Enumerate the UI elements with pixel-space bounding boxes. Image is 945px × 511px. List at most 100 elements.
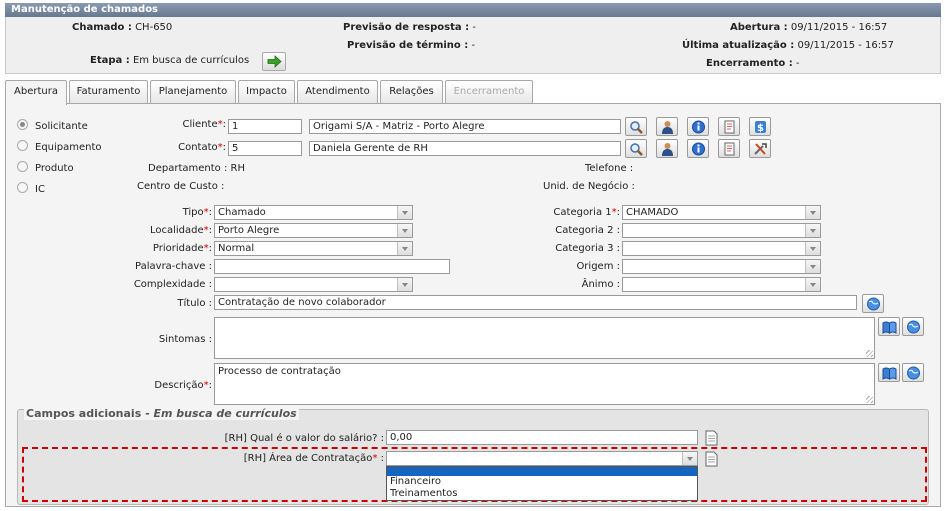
palavra-chave-input[interactable] (214, 259, 450, 274)
tab-planejamento[interactable]: Planejamento (150, 80, 236, 104)
salario-label: [RH] Qual é o valor do salário? : (224, 433, 384, 444)
sintomas-textarea[interactable] (214, 317, 875, 359)
dropdown-option-empty[interactable] (387, 467, 697, 476)
notes-icon (724, 120, 735, 134)
contato-notes-button[interactable] (718, 139, 740, 158)
globe-icon (907, 320, 920, 334)
descricao-label: Descrição*: (154, 380, 212, 391)
origem-label: Origem : (576, 261, 620, 272)
resize-grip-icon[interactable] (866, 350, 873, 357)
etapa-field: Etapa : Em busca de currículos (90, 55, 249, 66)
tab-abertura[interactable]: Abertura (5, 80, 67, 105)
sintomas-book-button[interactable] (878, 317, 900, 336)
descricao-globe-button[interactable] (902, 363, 924, 382)
titulo-input[interactable]: Contratação de novo colaborador (214, 295, 857, 310)
tab-impacto[interactable]: Impacto (238, 80, 295, 104)
tab-atendimento[interactable]: Atendimento (297, 80, 378, 104)
cliente-code-input[interactable]: 1 (228, 119, 302, 134)
radio-equipamento-label: Equipamento (35, 142, 102, 153)
cliente-notes-button[interactable] (718, 117, 740, 136)
globe-icon (867, 297, 880, 311)
chamado-label: Chamado : (72, 22, 132, 33)
ticket-header: Chamado : CH-650 Previsão de resposta : … (5, 17, 941, 74)
departamento-field: Departamento : RH (148, 163, 245, 174)
radio-ic-label: IC (35, 184, 45, 195)
radio-solicitante-label: Solicitante (35, 121, 88, 132)
descricao-book-button[interactable] (878, 363, 900, 382)
animo-select[interactable] (622, 277, 821, 292)
sintomas-label: Sintomas : (158, 334, 212, 345)
descricao-textarea[interactable]: Processo de contratação (214, 363, 875, 405)
contato-label: Contato*: (178, 142, 226, 153)
contato-name-input[interactable]: Daniela Gerente de RH (309, 141, 621, 156)
book-icon (882, 367, 897, 380)
contato-tools-button[interactable] (749, 139, 771, 158)
chevron-down-icon (805, 224, 820, 237)
prioridade-select[interactable]: Normal (214, 241, 413, 256)
contato-code-input[interactable]: 5 (228, 141, 302, 156)
complexidade-select[interactable] (214, 277, 413, 292)
radio-produto[interactable] (17, 161, 28, 172)
chevron-down-icon (397, 278, 412, 291)
origem-select[interactable] (622, 259, 821, 274)
encerramento-field: Encerramento : - (706, 58, 800, 69)
localidade-select[interactable]: Porto Alegre (214, 223, 413, 238)
dropdown-option-financeiro[interactable]: Financeiro (387, 476, 697, 488)
cliente-name-input[interactable]: Origami S/A - Matriz - Porto Alegre (309, 119, 621, 134)
campos-adicionais-legend: Campos adicionais - Em busca de currícul… (24, 407, 299, 420)
etapa-label: Etapa : (90, 55, 130, 66)
magnifier-icon (630, 143, 643, 156)
tab-encerramento: Encerramento (445, 80, 533, 104)
tipo-select[interactable]: Chamado (214, 205, 413, 220)
ultima-atualizacao-label: Última atualização : (682, 40, 795, 51)
tools-icon (754, 143, 767, 155)
area-contratacao-label: [RH] Área de Contratação* : (243, 453, 384, 464)
cliente-search-button[interactable] (625, 117, 647, 136)
tab-relacoes[interactable]: Relações (380, 80, 443, 104)
radio-ic[interactable] (17, 182, 28, 193)
info-icon (692, 120, 705, 134)
animo-label: Ânimo : (581, 279, 620, 290)
salario-input[interactable]: 0,00 (386, 430, 698, 445)
chevron-down-icon (397, 206, 412, 219)
cliente-user-button[interactable] (656, 117, 678, 136)
user-icon (662, 121, 673, 134)
document-icon[interactable] (705, 451, 718, 467)
previsao-termino-label: Previsão de término : (347, 40, 469, 51)
prioridade-label: Prioridade*: (152, 243, 212, 254)
localidade-label: Localidade*: (149, 225, 212, 236)
magnifier-icon (630, 121, 643, 134)
contato-info-button[interactable] (687, 139, 709, 158)
area-contratacao-select[interactable] (386, 451, 698, 466)
categoria3-select[interactable] (622, 241, 821, 256)
titulo-label: Título : (177, 298, 212, 309)
titulo-globe-button[interactable] (862, 294, 884, 313)
radio-equipamento[interactable] (17, 140, 28, 151)
cliente-info-button[interactable] (687, 117, 709, 136)
advance-stage-button[interactable] (262, 52, 286, 71)
tab-faturamento[interactable]: Faturamento (69, 80, 148, 104)
info-icon (692, 142, 705, 156)
categoria1-select[interactable]: CHAMADO (622, 205, 821, 220)
contato-user-button[interactable] (656, 139, 678, 158)
user-icon (662, 143, 673, 156)
resize-grip-icon[interactable] (866, 396, 873, 403)
categoria2-select[interactable] (622, 223, 821, 238)
tipo-label: Tipo*: (182, 207, 212, 218)
chevron-down-icon (397, 242, 412, 255)
cliente-billing-button[interactable]: $ (749, 117, 771, 136)
previsao-resposta-label: Previsão de resposta : (343, 22, 470, 33)
chevron-down-icon (397, 224, 412, 237)
radio-solicitante[interactable] (17, 119, 28, 130)
notes-icon (724, 142, 735, 156)
dropdown-option-treinamentos[interactable]: Treinamentos (387, 488, 697, 500)
sintomas-globe-button[interactable] (902, 317, 924, 336)
abertura-field: Abertura : 09/11/2015 - 16:57 (730, 22, 887, 33)
contato-search-button[interactable] (625, 139, 647, 158)
ultima-atualizacao-field: Última atualização : 09/11/2015 - 16:57 (682, 40, 894, 51)
encerramento-value: - (795, 58, 800, 69)
document-icon[interactable] (705, 430, 718, 446)
chevron-down-icon (805, 206, 820, 219)
radio-produto-label: Produto (35, 163, 74, 174)
previsao-resposta-field: Previsão de resposta : - (343, 22, 476, 33)
